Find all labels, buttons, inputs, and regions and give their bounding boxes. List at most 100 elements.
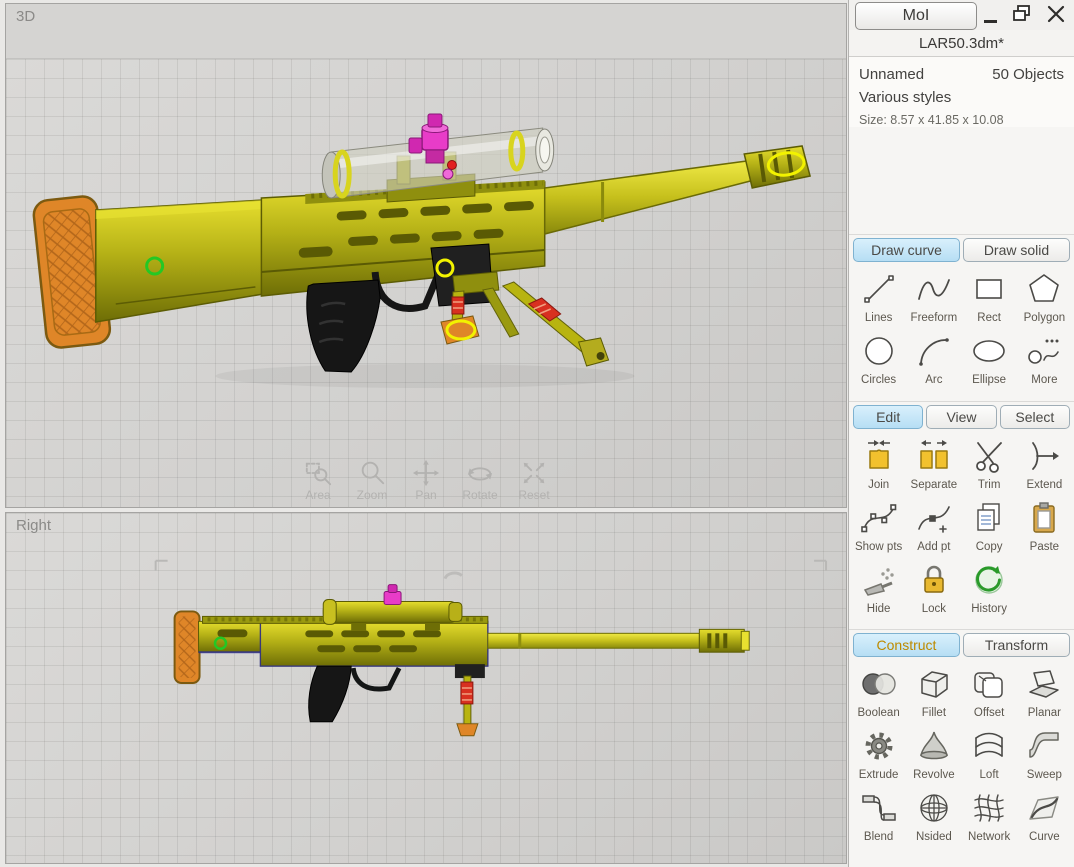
tool-label: Trim bbox=[977, 479, 1001, 491]
area-label: Area bbox=[305, 488, 331, 502]
tab-edit[interactable]: Edit bbox=[853, 405, 924, 429]
extend-icon bbox=[1024, 433, 1064, 479]
tab-select[interactable]: Select bbox=[999, 405, 1070, 429]
tool-trim[interactable]: Trim bbox=[962, 433, 1017, 495]
titlebar: MoI bbox=[849, 0, 1074, 30]
tool-label: Network bbox=[968, 831, 1011, 843]
zoom-button[interactable]: Zoom bbox=[349, 459, 395, 502]
tool-fillet[interactable]: Fillet bbox=[906, 661, 961, 723]
revolve-icon bbox=[914, 723, 954, 769]
tool-separate[interactable]: Separate bbox=[906, 433, 961, 495]
tool-hide[interactable]: Hide bbox=[851, 557, 906, 619]
tool-rect[interactable]: Rect bbox=[962, 266, 1017, 328]
tool-label: Planar bbox=[1027, 707, 1061, 719]
tool-revolve[interactable]: Revolve bbox=[906, 723, 961, 785]
restore-button[interactable] bbox=[1009, 0, 1035, 28]
tool-freeform[interactable]: Freeform bbox=[906, 266, 961, 328]
tab-transform[interactable]: Transform bbox=[963, 633, 1070, 657]
tool-blend[interactable]: Blend bbox=[851, 785, 906, 847]
rifle-model-side[interactable] bbox=[6, 513, 846, 863]
tool-planar[interactable]: Planar bbox=[1017, 661, 1072, 723]
tool-label: Sweep bbox=[1026, 769, 1062, 781]
tool-boolean[interactable]: Boolean bbox=[851, 661, 906, 723]
tab-draw-curve[interactable]: Draw curve bbox=[853, 238, 960, 262]
tool-arc[interactable]: Arc bbox=[906, 328, 961, 390]
tool-extend[interactable]: Extend bbox=[1017, 433, 1072, 495]
tool-history[interactable]: History bbox=[962, 557, 1017, 619]
tool-polygon[interactable]: Polygon bbox=[1017, 266, 1072, 328]
rect-icon bbox=[969, 266, 1009, 312]
tool-label: Loft bbox=[979, 769, 999, 781]
object-name: Unnamed bbox=[859, 66, 925, 83]
moi-menu-button[interactable]: MoI bbox=[855, 2, 977, 30]
tool-label: Fillet bbox=[921, 707, 947, 719]
history-icon bbox=[969, 557, 1009, 603]
viewport-area: 3D Area Zoom Pan Rotate Reset Right bbox=[0, 0, 848, 867]
rotate-label: Rotate bbox=[462, 488, 498, 502]
ellipse-icon bbox=[969, 328, 1009, 374]
styles-text: Various styles bbox=[859, 89, 952, 106]
edit-section: Edit View Select Join Separate Trim Exte… bbox=[849, 401, 1074, 629]
tool-label: Boolean bbox=[857, 707, 900, 719]
tool-label: Arc bbox=[925, 374, 943, 386]
tool-loft[interactable]: Loft bbox=[962, 723, 1017, 785]
tab-draw-solid[interactable]: Draw solid bbox=[963, 238, 1070, 262]
circles-icon bbox=[859, 328, 899, 374]
tab-construct[interactable]: Construct bbox=[853, 633, 960, 657]
tab-view[interactable]: View bbox=[926, 405, 997, 429]
tool-label: Freeform bbox=[910, 312, 958, 324]
tool-join[interactable]: Join bbox=[851, 433, 906, 495]
tool-extrude[interactable]: Extrude bbox=[851, 723, 906, 785]
tool-nsided[interactable]: Nsided bbox=[906, 785, 961, 847]
rotate-button[interactable]: Rotate bbox=[457, 459, 503, 502]
minimize-icon bbox=[983, 19, 997, 23]
loft-icon bbox=[969, 723, 1009, 769]
tool-label: Revolve bbox=[913, 769, 955, 781]
extrude-icon bbox=[859, 723, 899, 769]
hide-icon bbox=[859, 557, 899, 603]
viewport-3d[interactable]: 3D Area Zoom Pan Rotate Reset bbox=[5, 3, 847, 508]
tool-label: Ellipse bbox=[972, 374, 1007, 386]
polygon-icon bbox=[1024, 266, 1064, 312]
area-icon bbox=[305, 462, 332, 486]
planar-icon bbox=[1024, 661, 1064, 707]
tool-label: History bbox=[971, 603, 1008, 615]
freeform-icon bbox=[914, 266, 954, 312]
pan-button[interactable]: Pan bbox=[403, 459, 449, 502]
viewport-right[interactable]: Right bbox=[5, 512, 847, 864]
zoom-label: Zoom bbox=[356, 488, 388, 502]
tool-offset[interactable]: Offset bbox=[962, 661, 1017, 723]
tool-label: More bbox=[1031, 374, 1058, 386]
draw-section: Draw curve Draw solid Lines Freeform Rec… bbox=[849, 234, 1074, 401]
close-icon bbox=[1047, 5, 1065, 23]
tool-ellipse[interactable]: Ellipse bbox=[962, 328, 1017, 390]
tool-add-pt[interactable]: Add pt bbox=[906, 495, 961, 557]
trim-icon bbox=[969, 433, 1009, 479]
minimize-button[interactable] bbox=[977, 0, 1003, 28]
area-button[interactable]: Area bbox=[295, 459, 341, 502]
tool-more[interactable]: More bbox=[1017, 328, 1072, 390]
tool-label: Lock bbox=[921, 603, 947, 615]
tool-lines[interactable]: Lines bbox=[851, 266, 906, 328]
tool-curve[interactable]: Curve bbox=[1017, 785, 1072, 847]
offset-icon bbox=[969, 661, 1009, 707]
tool-paste[interactable]: Paste bbox=[1017, 495, 1072, 557]
tool-sweep[interactable]: Sweep bbox=[1017, 723, 1072, 785]
restore-icon bbox=[1013, 5, 1030, 21]
reset-button[interactable]: Reset bbox=[511, 459, 557, 502]
rifle-model-3d[interactable] bbox=[6, 4, 846, 507]
join-icon bbox=[859, 433, 899, 479]
tool-label: Extrude bbox=[858, 769, 899, 781]
tool-lock[interactable]: Lock bbox=[906, 557, 961, 619]
reset-label: Reset bbox=[518, 488, 550, 502]
tool-label: Extend bbox=[1026, 479, 1063, 491]
tool-circles[interactable]: Circles bbox=[851, 328, 906, 390]
filename: LAR50.3dm* bbox=[849, 30, 1074, 57]
tool-copy[interactable]: Copy bbox=[962, 495, 1017, 557]
nsided-icon bbox=[914, 785, 954, 831]
tool-network[interactable]: Network bbox=[962, 785, 1017, 847]
tool-label: Rect bbox=[977, 312, 1001, 324]
close-button[interactable] bbox=[1043, 0, 1069, 28]
pan-label: Pan bbox=[415, 488, 437, 502]
tool-show-pts[interactable]: Show pts bbox=[851, 495, 906, 557]
